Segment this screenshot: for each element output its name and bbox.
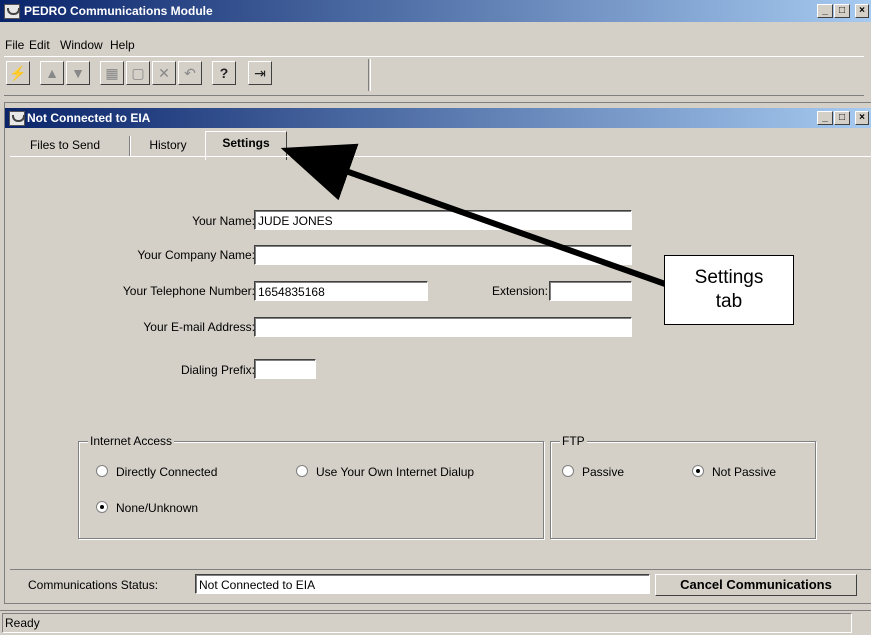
settings-tab-callout: Settings tab: [664, 255, 794, 325]
callout-line-2: tab: [715, 291, 743, 312]
callout-line-1: Settings: [694, 267, 764, 288]
